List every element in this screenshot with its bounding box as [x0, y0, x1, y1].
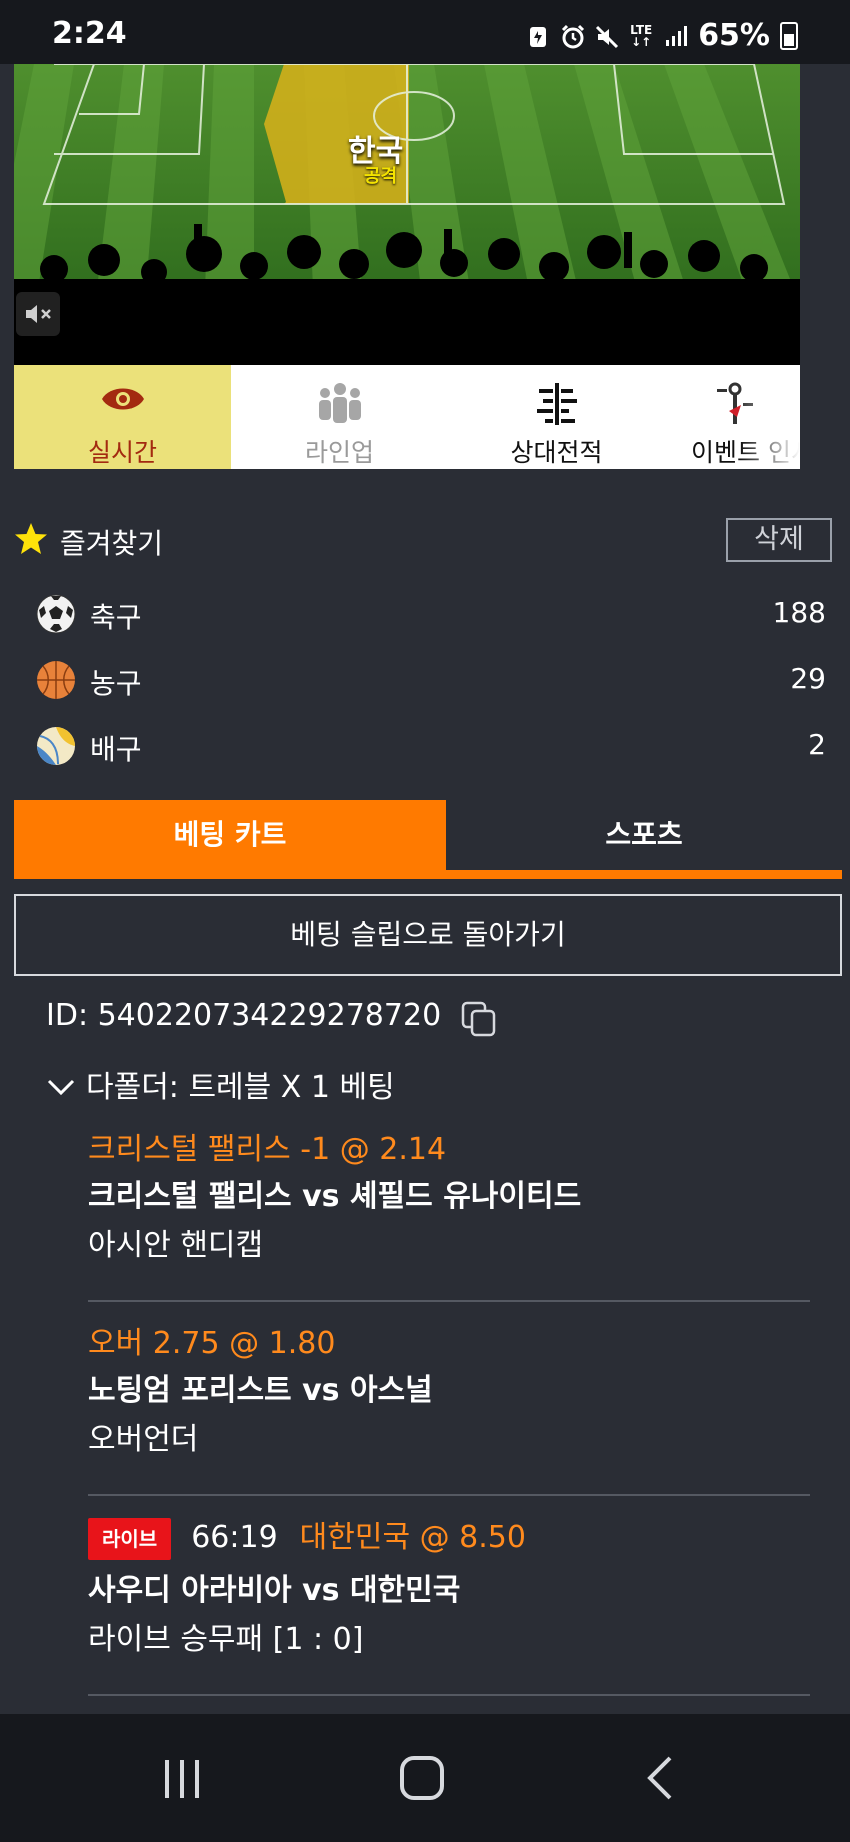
selection-odds: 오버 2.75 @ 1.80 [88, 1326, 336, 1361]
star-icon [15, 523, 47, 554]
multi-bet-toggle[interactable]: 다폴더: 트레블 X 1 베팅 [46, 1062, 395, 1106]
tab-head-to-head[interactable]: 상대전적 [448, 365, 665, 469]
favorites-header: 즐겨찾기 삭제 [14, 518, 840, 564]
field-action-label: 공격 [364, 166, 398, 187]
sport-name: 축구 [90, 601, 142, 634]
signal-icon [664, 24, 688, 48]
bet-selection: 오버 2.75 @ 1.80 노팅엄 포리스트 vs 아스널 오버언더 [88, 1322, 810, 1496]
tab-sports[interactable]: 스포츠 [446, 800, 842, 870]
tab-live[interactable]: 실시간 [14, 365, 231, 469]
home-icon[interactable] [392, 1752, 452, 1804]
selection-match: 노팅엄 포리스트 vs 아스널 [88, 1373, 433, 1408]
selection-market: 라이브 승무패 [1 : 0] [88, 1622, 364, 1657]
volleyball-icon [37, 727, 75, 765]
bet-selection-live: 라이브 66:19 대한민국 @ 8.50 사우디 아라비아 vs 대한민국 라이브… [88, 1516, 810, 1696]
tab-betting-cart[interactable]: 베팅 카트 [14, 800, 446, 870]
eye-icon [101, 388, 144, 410]
multi-bet-label: 다폴더: 트레블 X 1 베팅 [86, 1070, 395, 1105]
live-match-time: 66:19 [191, 1520, 278, 1555]
recent-apps-icon[interactable] [152, 1752, 212, 1804]
mute-toggle-button[interactable] [16, 292, 60, 336]
selection-odds: 대한민국 @ 8.50 [299, 1520, 526, 1555]
pitch-graphic [14, 64, 800, 365]
selection-divider [88, 1494, 810, 1496]
tab-lineup[interactable]: 라인업 [231, 365, 448, 469]
live-badge: 라이브 [88, 1517, 172, 1560]
status-time: 2:24 [52, 16, 127, 51]
bet-id: ID: 540220734229278720 [46, 998, 442, 1033]
selection-odds-row: 라이브 66:19 대한민국 @ 8.50 [88, 1516, 810, 1560]
alarm-icon [560, 24, 585, 48]
soccer-ball-icon [36, 594, 76, 634]
sport-count: 29 [790, 662, 826, 695]
selection-match: 크리스털 팰리스 vs 셰필드 유나이티드 [88, 1179, 582, 1214]
sport-count: 188 [772, 596, 826, 629]
speaker-muted-icon [26, 305, 51, 323]
lte-icon: LTE ↓↑ [630, 22, 653, 49]
status-icons: LTE ↓↑ 65% [526, 18, 798, 53]
sport-count: 2 [808, 728, 826, 761]
system-nav-bar [0, 1714, 850, 1842]
match-field-visualization: 한국 공격 [14, 64, 800, 365]
selection-market: 아시안 핸디캡 [88, 1228, 264, 1263]
delete-favorites-button[interactable]: 삭제 [726, 518, 832, 562]
sport-item-soccer[interactable]: 축구 188 [36, 592, 826, 636]
chevron-down-icon [47, 1079, 75, 1096]
sport-name: 농구 [90, 667, 142, 700]
status-bar: 2:24 LTE ↓↑ 65% [0, 0, 850, 64]
battery-percentage: 65% [698, 18, 770, 53]
match-info-tabs: 실시간 라인업 상대전적 이벤트 인시 [14, 365, 800, 469]
tab-events[interactable]: 이벤트 인시 [665, 365, 800, 469]
battery-saver-icon [526, 24, 550, 48]
copy-icon[interactable] [460, 1000, 498, 1038]
tab-lineup-label: 라인업 [304, 438, 374, 467]
main-tabs: 베팅 카트 스포츠 [14, 800, 842, 880]
battery-icon [780, 21, 798, 50]
bet-selection: 크리스털 팰리스 -1 @ 2.14 크리스털 팰리스 vs 셰필드 유나이티드… [88, 1128, 810, 1302]
tabs-underline [14, 870, 842, 879]
selection-divider [88, 1300, 810, 1302]
back-to-betslip-button[interactable]: 베팅 슬립으로 돌아가기 [14, 894, 842, 976]
sport-item-volleyball[interactable]: 배구 2 [36, 724, 826, 768]
selection-divider [88, 1694, 810, 1696]
mute-icon [594, 24, 619, 48]
tabs-fade-overlay [740, 365, 800, 469]
back-icon[interactable] [630, 1752, 690, 1804]
sport-item-basketball[interactable]: 농구 29 [36, 658, 826, 702]
favorites-title: 즐겨찾기 [60, 527, 164, 560]
basketball-icon [37, 661, 75, 699]
selection-match: 사우디 아라비아 vs 대한민국 [88, 1573, 461, 1608]
selection-market: 오버언더 [88, 1422, 199, 1457]
tab-head-to-head-label: 상대전적 [510, 438, 603, 467]
people-icon [318, 383, 361, 423]
sport-name: 배구 [90, 733, 142, 766]
tab-live-label: 실시간 [87, 438, 157, 467]
selection-odds: 크리스털 팰리스 -1 @ 2.14 [88, 1132, 447, 1167]
head-to-head-icon [536, 383, 577, 425]
